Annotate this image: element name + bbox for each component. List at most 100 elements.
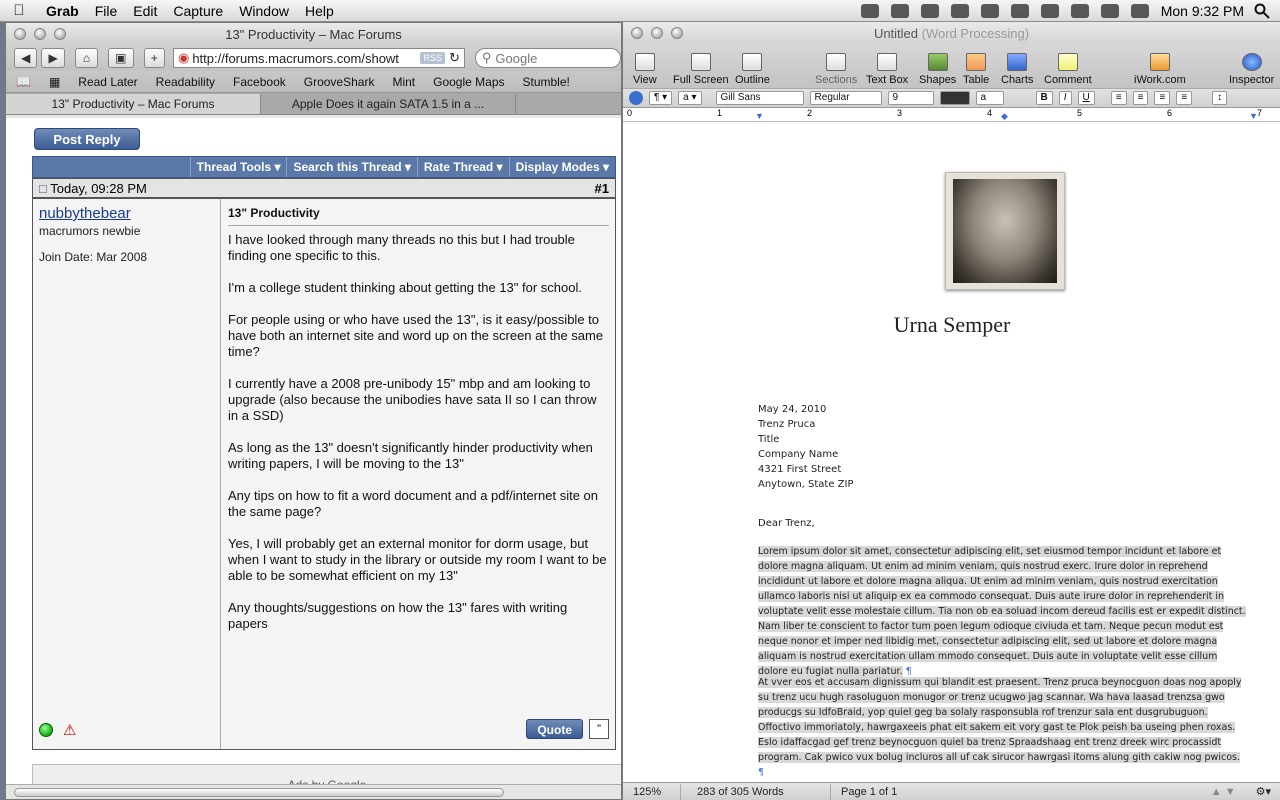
sync-icon[interactable] bbox=[1010, 4, 1029, 18]
add-bookmark-button[interactable]: + bbox=[143, 48, 165, 68]
charts-button[interactable]: Charts bbox=[1001, 53, 1033, 86]
horizontal-scrollbar[interactable] bbox=[6, 784, 621, 799]
full-screen-button[interactable]: Full Screen bbox=[673, 53, 729, 86]
align-left-button[interactable]: ≡ bbox=[1110, 91, 1127, 105]
menu-capture[interactable]: Capture bbox=[165, 3, 231, 19]
alien-icon[interactable] bbox=[860, 4, 879, 18]
bookmark-mint[interactable]: Mint bbox=[392, 75, 415, 89]
bookmark-google-maps[interactable]: Google Maps bbox=[433, 75, 504, 89]
font-style-popup[interactable]: Regular bbox=[809, 91, 882, 105]
view-button[interactable]: View bbox=[633, 53, 657, 86]
apple-menu-icon[interactable]:  bbox=[0, 2, 38, 19]
forward-button[interactable]: ▶ bbox=[41, 48, 65, 68]
zoom-popup[interactable]: 125% bbox=[623, 783, 681, 800]
page-nav-arrows-icon[interactable]: ▲ ▼ bbox=[1201, 784, 1246, 800]
time-machine-icon[interactable] bbox=[1040, 4, 1059, 18]
comment-button[interactable]: Comment bbox=[1044, 53, 1092, 86]
bookmark-facebook[interactable]: Facebook bbox=[233, 75, 286, 89]
tab-apple-sata[interactable]: Apple Does it again SATA 1.5 in a ... bbox=[261, 93, 516, 114]
home-button[interactable]: ⌂ bbox=[74, 48, 99, 68]
menu-grab[interactable]: Grab bbox=[38, 3, 87, 19]
rss-badge[interactable]: RSS bbox=[420, 52, 445, 64]
display-modes-menu[interactable]: Display Modes ▾ bbox=[508, 157, 615, 177]
search-thread-menu[interactable]: Search this Thread ▾ bbox=[286, 157, 416, 177]
tab-stop-marker[interactable]: ◆ bbox=[1001, 111, 1008, 122]
charts-icon bbox=[1007, 53, 1028, 71]
highlight-color-well[interactable]: a bbox=[975, 91, 1004, 105]
paragraph-style-popup[interactable]: ¶ ▾ bbox=[649, 91, 673, 105]
cloud-icon[interactable] bbox=[920, 4, 939, 18]
inspector-button[interactable]: Inspector bbox=[1229, 53, 1274, 86]
align-right-button[interactable]: ≡ bbox=[1154, 91, 1171, 105]
tab-mac-forums[interactable]: 13" Productivity – Mac Forums bbox=[6, 93, 261, 114]
font-family-popup[interactable]: Gill Sans bbox=[715, 91, 804, 105]
quote-button[interactable]: Quote bbox=[526, 719, 583, 739]
underline-button[interactable]: U bbox=[1077, 91, 1095, 105]
bookmark-stumble[interactable]: Stumble! bbox=[523, 75, 570, 89]
rate-thread-label: Rate Thread bbox=[423, 160, 494, 174]
body-paragraph-1[interactable]: Lorem ipsum dolor sit amet, consectetur … bbox=[758, 544, 1248, 679]
battery-icon[interactable] bbox=[1130, 4, 1149, 18]
username-link[interactable]: nubbythebear bbox=[39, 205, 214, 222]
bookmark-readability[interactable]: Readability bbox=[156, 75, 215, 89]
back-button[interactable]: ◀ bbox=[14, 48, 38, 68]
salutation[interactable]: Dear Trenz, bbox=[758, 518, 815, 529]
thread-tools-menu[interactable]: Thread Tools ▾ bbox=[189, 157, 287, 177]
ads-by-google[interactable]: Ads by Google bbox=[32, 764, 621, 784]
dots-icon[interactable] bbox=[950, 4, 969, 18]
bookmark-grooveshark[interactable]: GrooveShark bbox=[304, 75, 375, 89]
display-icon[interactable] bbox=[980, 4, 999, 18]
body-paragraph-2[interactable]: At vver eos et accusam dignissum qui bla… bbox=[758, 675, 1248, 780]
snapshot-button[interactable]: ▣ bbox=[108, 48, 134, 68]
spotlight-icon[interactable] bbox=[1254, 3, 1270, 19]
menu-file[interactable]: File bbox=[87, 3, 126, 19]
document-page[interactable]: Urna Semper May 24, 2010 Trenz Pruca Tit… bbox=[623, 122, 1280, 782]
line-spacing-popup[interactable]: ↕ bbox=[1212, 91, 1228, 105]
search-input[interactable]: ⚲ Google bbox=[474, 48, 621, 68]
menu-edit[interactable]: Edit bbox=[125, 3, 165, 19]
rate-thread-menu[interactable]: Rate Thread ▾ bbox=[416, 157, 509, 177]
portrait-photo[interactable] bbox=[945, 172, 1065, 290]
gear-icon[interactable]: ⚙▾ bbox=[1246, 784, 1280, 800]
top-sites-icon[interactable]: ▦ bbox=[49, 75, 60, 89]
menu-window[interactable]: Window bbox=[231, 3, 297, 19]
bold-button[interactable]: B bbox=[1035, 91, 1053, 105]
text-box-button[interactable]: Text Box bbox=[866, 53, 908, 86]
font-size-field[interactable]: 9 bbox=[887, 91, 934, 105]
letter-name-heading[interactable]: Urna Semper bbox=[623, 312, 1280, 338]
post-reply-button[interactable]: Post Reply bbox=[34, 128, 140, 150]
ruler[interactable]: 0 1 2 3 4 5 6 7 ▼ ◆ ▼ bbox=[623, 108, 1280, 122]
address-block[interactable]: May 24, 2010 Trenz Pruca Title Company N… bbox=[758, 402, 854, 492]
character-style-popup[interactable]: a ▾ bbox=[678, 91, 702, 105]
styles-drawer-icon[interactable] bbox=[629, 91, 643, 105]
outline-button[interactable]: Outline bbox=[735, 53, 770, 86]
italic-button[interactable]: I bbox=[1058, 91, 1072, 105]
volume-icon[interactable] bbox=[1100, 4, 1119, 18]
pages-title-bar[interactable]: Untitled (Word Processing) bbox=[623, 22, 1280, 44]
app-status-icon[interactable] bbox=[890, 4, 909, 18]
browser-title-bar[interactable]: 13" Productivity – Mac Forums bbox=[6, 23, 621, 45]
left-indent-marker[interactable]: ▼ bbox=[755, 111, 764, 121]
iwork-com-button[interactable]: iWork.com bbox=[1134, 53, 1186, 86]
post-number[interactable]: #1 bbox=[595, 181, 609, 196]
sections-button[interactable]: Sections bbox=[815, 53, 857, 86]
reload-icon[interactable]: ↻ bbox=[449, 50, 460, 66]
shapes-button[interactable]: Shapes bbox=[919, 53, 956, 86]
word-count[interactable]: 283 of 305 Words bbox=[681, 783, 831, 800]
table-button[interactable]: Table bbox=[963, 53, 989, 86]
thread-tools-label: Thread Tools bbox=[196, 160, 272, 174]
page-indicator: Page 1 of 1 bbox=[841, 785, 898, 798]
right-indent-marker[interactable]: ▼ bbox=[1249, 111, 1258, 121]
reading-list-icon[interactable]: 📖 bbox=[16, 75, 31, 89]
justify-button[interactable]: ≡ bbox=[1176, 91, 1193, 105]
bookmark-read-later[interactable]: Read Later bbox=[78, 75, 137, 89]
report-post-icon[interactable]: ⚠ bbox=[63, 721, 76, 739]
menu-help[interactable]: Help bbox=[297, 3, 342, 19]
address-bar[interactable]: ◉ http://forums.macrumors.com/showt RSS … bbox=[172, 48, 465, 68]
multi-quote-icon[interactable]: ” bbox=[589, 719, 609, 739]
text-color-well[interactable] bbox=[939, 91, 970, 105]
scrollbar-thumb[interactable] bbox=[14, 788, 504, 797]
align-center-button[interactable]: ≡ bbox=[1132, 91, 1149, 105]
wifi-icon[interactable] bbox=[1070, 4, 1089, 18]
menu-clock[interactable]: Mon 9:32 PM bbox=[1155, 3, 1254, 19]
